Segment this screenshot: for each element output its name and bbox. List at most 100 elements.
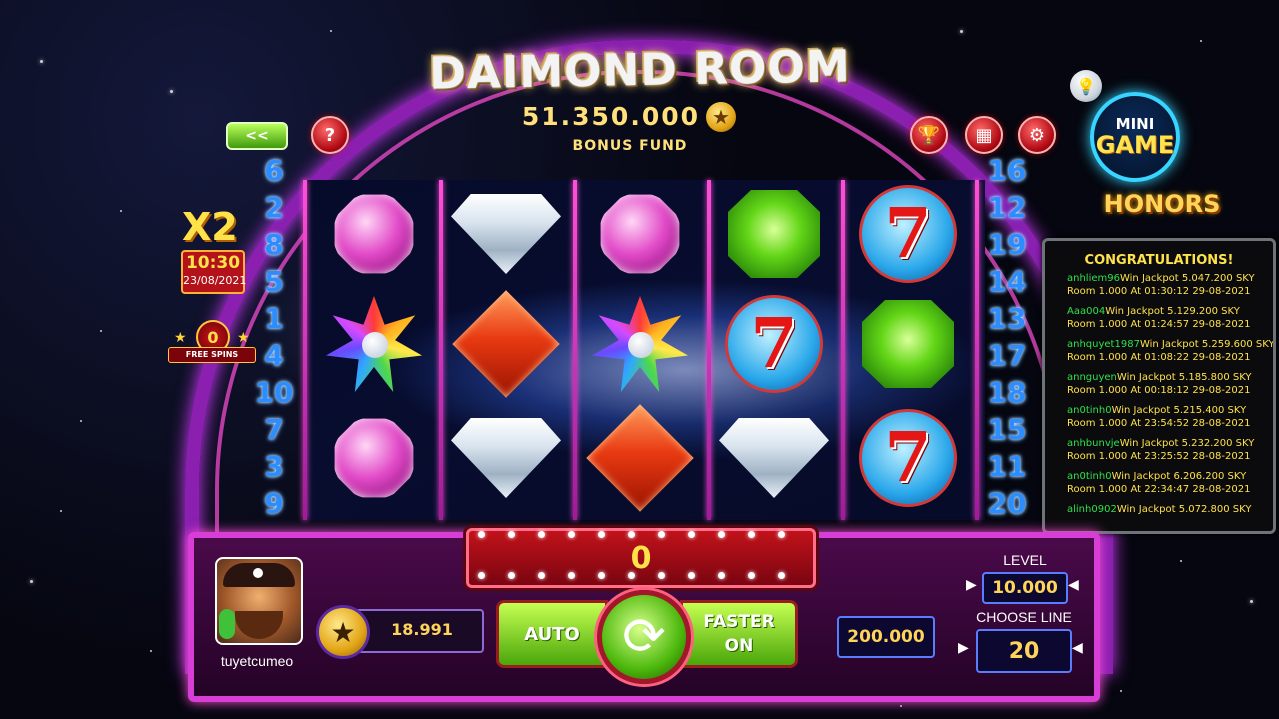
payline-number[interactable]: 1 bbox=[254, 300, 294, 337]
white-diamond-icon bbox=[451, 194, 561, 274]
bonus-fund-value: 51.350.000 bbox=[521, 102, 700, 131]
multiplier-date: 23/08/2021 bbox=[183, 274, 247, 287]
payline-number[interactable]: 12 bbox=[987, 189, 1027, 226]
back-arrows-icon: << bbox=[245, 128, 269, 144]
honor-entry: anhbunvjeWin Jackpot 5.232.200 SKY Room … bbox=[1045, 437, 1273, 470]
payline-number[interactable]: 7 bbox=[254, 411, 294, 448]
honor-detail: Room 1.000 At 01:30:12 29-08-2021 bbox=[1067, 286, 1251, 297]
honor-user: an0tinh0 bbox=[1067, 471, 1112, 482]
payline-number[interactable]: 4 bbox=[254, 337, 294, 374]
reel-symbol-seven: 7 bbox=[853, 182, 963, 286]
faster-state: ON bbox=[724, 636, 754, 656]
question-icon: ? bbox=[324, 124, 336, 146]
refresh-icon: ⟳ bbox=[622, 607, 666, 667]
payline-number[interactable]: 9 bbox=[254, 485, 294, 522]
payline-number[interactable]: 10 bbox=[254, 374, 294, 411]
reel-separator bbox=[439, 180, 443, 520]
payline-number[interactable]: 19 bbox=[987, 226, 1027, 263]
payline-number[interactable]: 18 bbox=[987, 374, 1027, 411]
lightbulb-button[interactable]: 💡 bbox=[1070, 70, 1102, 102]
white-diamond-icon bbox=[719, 418, 829, 498]
honor-user: anhbunvje bbox=[1067, 438, 1120, 449]
reel-symbol-pink-gem bbox=[319, 182, 429, 286]
line-increase-button[interactable]: ◀ bbox=[1072, 640, 1083, 656]
honor-entry: an0tinh0Win Jackpot 6.206.200 SKY Room 1… bbox=[1045, 470, 1273, 503]
honor-detail: Room 1.000 At 22:34:47 28-08-2021 bbox=[1067, 484, 1251, 495]
payline-number[interactable]: 17 bbox=[987, 337, 1027, 374]
faster-label: FASTER bbox=[703, 612, 775, 632]
reel-separator bbox=[707, 180, 711, 520]
honor-entry: annguyenWin Jackpot 5.185.800 SKY Room 1… bbox=[1045, 371, 1273, 404]
honor-user: an0tinh0 bbox=[1067, 405, 1112, 416]
mini-game-label-top: MINI bbox=[1115, 115, 1155, 133]
username: tuyetcumeo bbox=[220, 653, 294, 669]
reel-symbol-star-gem bbox=[585, 292, 695, 396]
honor-text: Win Jackpot 5.129.200 SKY bbox=[1105, 306, 1240, 317]
spin-button[interactable]: ⟳ bbox=[597, 590, 691, 684]
star-icon: ★ bbox=[174, 330, 187, 346]
help-button[interactable]: ? bbox=[311, 116, 349, 154]
honor-text: Win Jackpot 6.206.200 SKY bbox=[1111, 471, 1247, 482]
honors-panel[interactable]: CONGRATULATIONS! anhliem96Win Jackpot 5.… bbox=[1042, 238, 1276, 534]
beard-icon bbox=[235, 611, 283, 639]
trophy-icon: 🏆 bbox=[917, 124, 941, 146]
payline-number[interactable]: 5 bbox=[254, 263, 294, 300]
settings-button[interactable]: ⚙ bbox=[1018, 116, 1056, 154]
mini-game-button[interactable]: MINI GAME bbox=[1090, 92, 1180, 182]
honor-user: Aaa004 bbox=[1067, 306, 1106, 317]
reel-separator bbox=[573, 180, 577, 520]
pink-gem-icon bbox=[334, 418, 414, 498]
avatar[interactable] bbox=[215, 557, 303, 645]
payline-number[interactable]: 20 bbox=[987, 485, 1027, 522]
reel-separator bbox=[975, 180, 979, 520]
trophy-button[interactable]: 🏆 bbox=[910, 116, 948, 154]
game-title: DAIMOND ROOM bbox=[428, 41, 852, 100]
auto-button[interactable]: AUTO bbox=[496, 600, 608, 668]
payline-number[interactable]: 11 bbox=[987, 448, 1027, 485]
payline-number[interactable]: 15 bbox=[987, 411, 1027, 448]
auto-label: AUTO bbox=[524, 623, 580, 645]
pink-gem-icon bbox=[600, 194, 680, 274]
reel-symbol-pink-gem bbox=[319, 406, 429, 510]
balance-value: 18.991 bbox=[391, 620, 453, 639]
star-gem-icon bbox=[592, 296, 688, 392]
honor-entry: anhquyet1987Win Jackpot 5.259.600 SKY Ro… bbox=[1045, 338, 1273, 371]
star-coin-icon: ★ bbox=[316, 605, 370, 659]
payline-number[interactable]: 2 bbox=[254, 189, 294, 226]
multiplier-event-box: 10:30 23/08/2021 bbox=[181, 250, 247, 294]
payline-number[interactable]: 16 bbox=[987, 152, 1027, 189]
reel-symbol-red-gem bbox=[451, 290, 561, 398]
reel-symbol-seven: 7 bbox=[853, 406, 963, 510]
faster-toggle[interactable]: FASTER ON bbox=[680, 600, 798, 668]
history-button[interactable]: ▦ bbox=[965, 116, 1003, 154]
win-display: 0 bbox=[466, 528, 816, 588]
level-decrease-button[interactable]: ▶ bbox=[966, 577, 977, 593]
payline-number[interactable]: 14 bbox=[987, 263, 1027, 300]
green-gem-icon bbox=[862, 300, 954, 388]
payline-number[interactable]: 13 bbox=[987, 300, 1027, 337]
lucky-seven-icon: 7 bbox=[859, 409, 957, 507]
back-button[interactable]: << bbox=[226, 122, 288, 150]
line-decrease-button[interactable]: ▶ bbox=[958, 640, 969, 656]
multiplier-time: 10:30 bbox=[185, 253, 241, 273]
reel-symbol-white-gem bbox=[719, 406, 829, 510]
green-gem-icon bbox=[728, 190, 820, 278]
payline-number[interactable]: 6 bbox=[254, 152, 294, 189]
level-increase-button[interactable]: ◀ bbox=[1068, 577, 1079, 593]
reel-symbol-seven: 7 bbox=[719, 292, 829, 396]
payline-number[interactable]: 3 bbox=[254, 448, 294, 485]
lightbulb-icon: 💡 bbox=[1076, 76, 1096, 96]
star-coin-icon: ★ bbox=[706, 102, 736, 132]
honor-text: Win Jackpot 5.047.200 SKY bbox=[1119, 273, 1255, 284]
parrot-icon bbox=[219, 609, 235, 639]
reel-symbol-pink-gem bbox=[585, 182, 695, 286]
honor-entry: alinh0902Win Jackpot 5.072.800 SKY bbox=[1045, 503, 1273, 531]
free-spins-label: FREE SPINS bbox=[168, 347, 256, 363]
white-diamond-icon bbox=[451, 418, 561, 498]
skull-icon bbox=[253, 568, 263, 578]
honor-user: annguyen bbox=[1067, 372, 1117, 383]
honors-title: HONORS bbox=[1103, 190, 1221, 218]
level-value: 10.000 bbox=[982, 572, 1068, 604]
win-amount: 0 bbox=[630, 540, 652, 576]
payline-number[interactable]: 8 bbox=[254, 226, 294, 263]
